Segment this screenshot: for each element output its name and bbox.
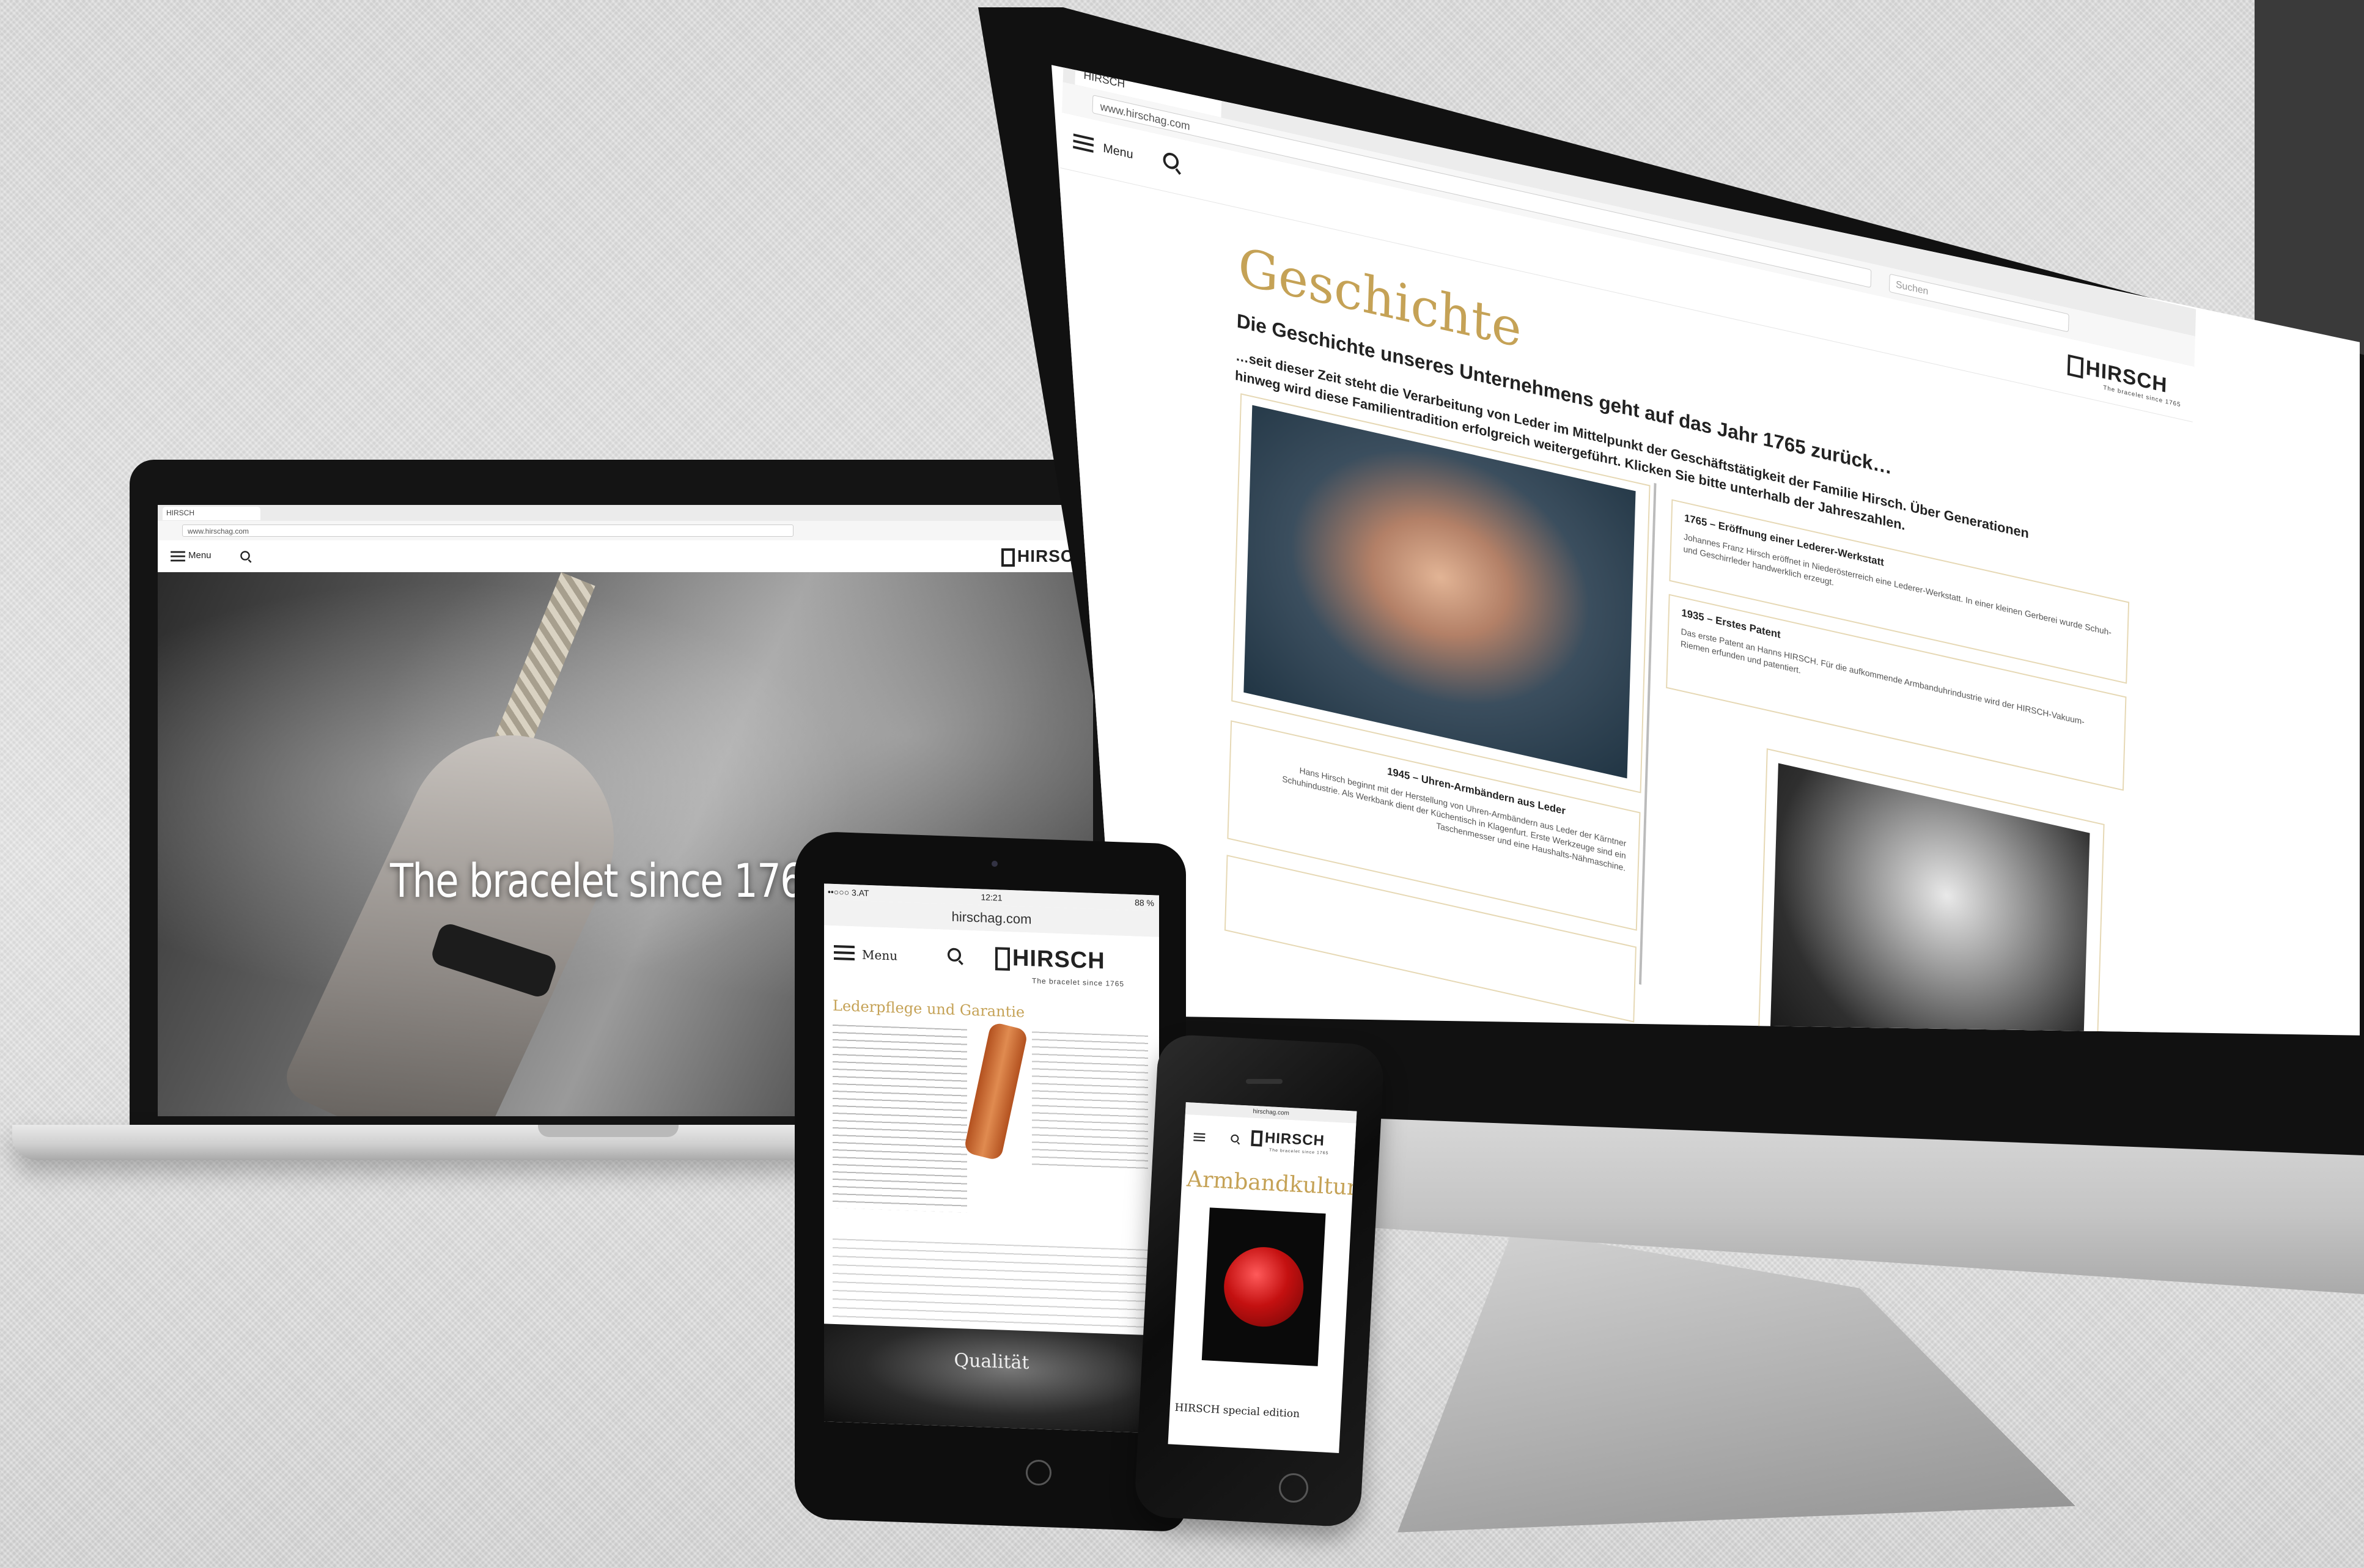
- monitor-url-bar: www.hirschag.com Suchen: [1062, 82, 2195, 367]
- tablet-logo-text: HIRSCH: [1012, 945, 1105, 974]
- monitor-screen: HIRSCH www.hirschag.com Suchen Menu HIRS…: [1051, 65, 2360, 1036]
- phone-logo-text: HIRSCH: [1264, 1129, 1325, 1150]
- phone-footer-text: HIRSCH special edition: [1174, 1401, 1300, 1421]
- monitor-stand: [1397, 1229, 2075, 1533]
- laptop-url-bar: www.hirschag.com: [158, 521, 1093, 541]
- phone-logo-mark-icon: [1251, 1130, 1263, 1147]
- watch-strap-image: [963, 1021, 1029, 1161]
- laptop-tab-bar: HIRSCH: [158, 505, 1093, 521]
- phone-speaker: [1246, 1079, 1283, 1084]
- portrait-bw-image: [1770, 763, 2090, 1036]
- tablet-battery: 88 %: [1135, 897, 1154, 908]
- phone-site-nav: HIRSCH The bracelet since 1765: [1183, 1114, 1357, 1166]
- wax-seal-red: [1221, 1245, 1306, 1329]
- phone-menu-icon[interactable]: [1193, 1133, 1206, 1142]
- tablet-menu-icon[interactable]: [834, 944, 855, 961]
- phone-logo[interactable]: HIRSCH: [1251, 1129, 1325, 1150]
- laptop-menu-icon[interactable]: [171, 551, 185, 562]
- tablet-camera-icon: [992, 861, 998, 867]
- tablet-carrier: ••○○○ 3.AT: [828, 886, 869, 899]
- laptop-logo-mark-icon: [1001, 548, 1015, 567]
- tablet-site-nav: Menu HIRSCH The bracelet since 1765: [824, 925, 1159, 993]
- laptop-hero-headline: The bracelet since 1765: [390, 853, 828, 908]
- laptop-site-nav: Menu HIRSCH: [158, 540, 1093, 573]
- monitor-logo-mark-icon: [2067, 354, 2084, 379]
- tablet-screen: ••○○○ 3.AT 12:21 88 % hirschag.com Menu …: [824, 883, 1159, 1434]
- laptop-url-input[interactable]: www.hirschag.com: [182, 525, 794, 537]
- tablet-footer-text: [833, 1238, 1151, 1330]
- monitor-page: HIRSCH www.hirschag.com Suchen Menu HIRS…: [1051, 65, 2196, 1036]
- monitor-search-icon[interactable]: [1163, 151, 1179, 171]
- laptop-search-icon[interactable]: [240, 551, 250, 561]
- laptop-notch: [538, 1125, 679, 1137]
- laptop-menu-label[interactable]: Menu: [188, 550, 212, 561]
- arm-image: [279, 701, 648, 1116]
- monitor-menu-icon[interactable]: [1073, 133, 1094, 153]
- phone-search-icon[interactable]: [1231, 1134, 1239, 1143]
- tablet-logo-mark-icon: [995, 947, 1010, 971]
- tablet-section-title: Lederpflege und Garantie: [833, 996, 1025, 1021]
- tablet-logo[interactable]: HIRSCH: [995, 944, 1105, 974]
- phone-home-button[interactable]: [1279, 1473, 1308, 1503]
- tablet-body-text: [833, 1024, 967, 1213]
- phone-section-title: Armbandkultur: [1186, 1166, 1357, 1201]
- wax-seal-image: [1201, 1207, 1326, 1366]
- monitor-menu-label[interactable]: Menu: [1103, 141, 1133, 162]
- corner-dark-panel: [2255, 0, 2364, 380]
- tablet-logo-tagline: The bracelet since 1765: [1032, 976, 1125, 988]
- laptop-browser-tab[interactable]: HIRSCH: [163, 507, 260, 520]
- tablet-menu-label[interactable]: Menu: [862, 948, 897, 963]
- tablet-home-button[interactable]: [1026, 1460, 1051, 1485]
- tablet-quality-banner: [824, 1323, 1159, 1434]
- tablet-search-icon[interactable]: [947, 948, 962, 962]
- tablet-time: 12:21: [981, 892, 1003, 903]
- phone-screen: hirschag.com HIRSCH The bracelet since 1…: [1168, 1102, 1357, 1453]
- tablet-side-text: [1032, 1031, 1148, 1170]
